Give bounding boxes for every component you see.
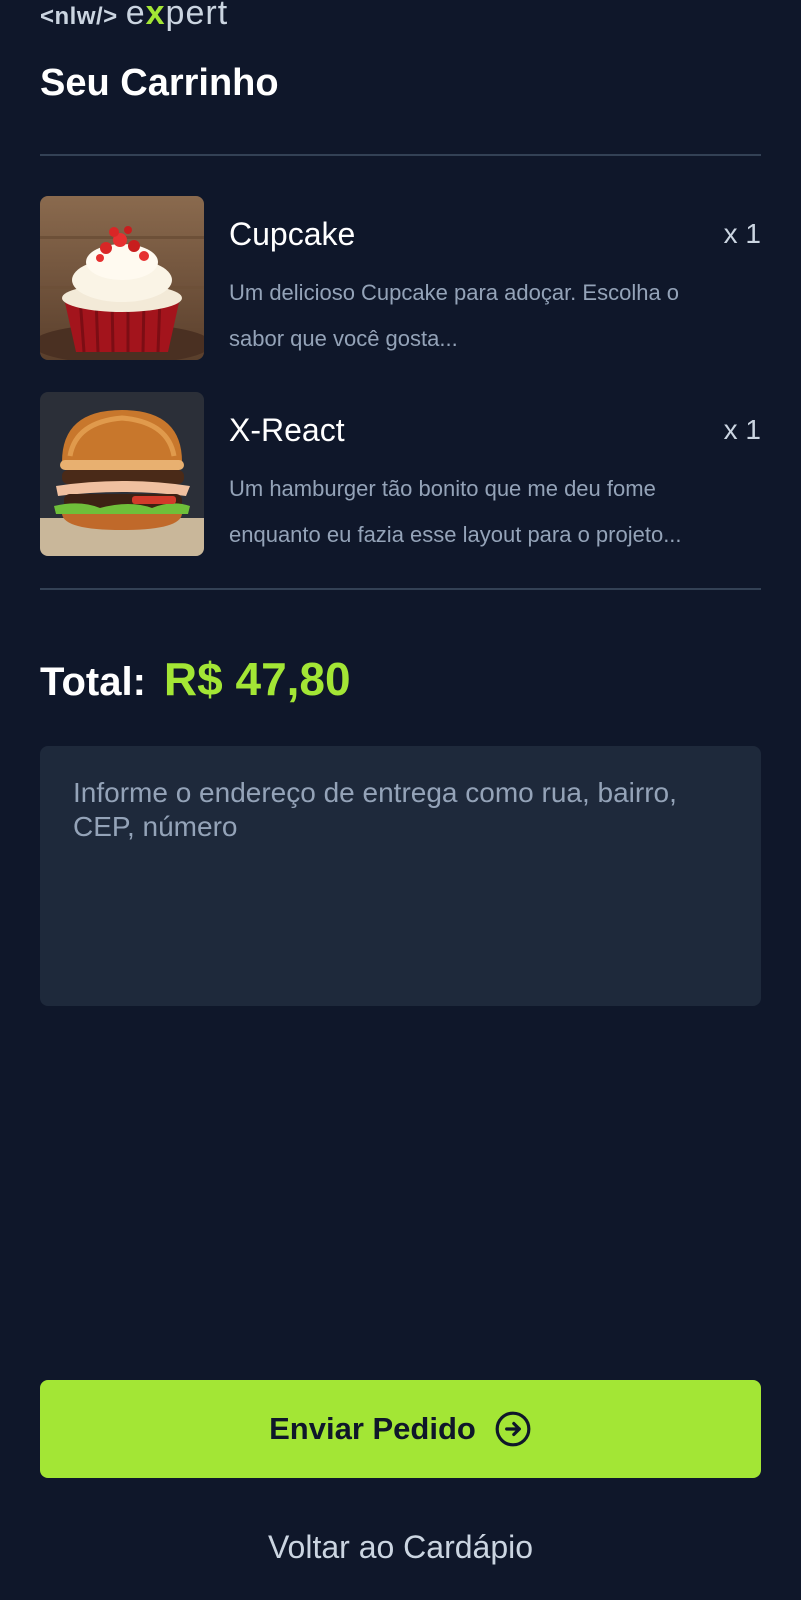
send-order-button[interactable]: Enviar Pedido [40, 1380, 761, 1478]
logo-word-x: x [145, 0, 166, 32]
burger-image [40, 392, 204, 556]
cupcake-image [40, 196, 204, 360]
cart-item: Cupcake x 1 Um delicioso Cupcake para ad… [40, 196, 761, 360]
item-description: Um delicioso Cupcake para adoçar. Escolh… [229, 280, 680, 351]
cupcake-photo-icon [40, 196, 204, 360]
total-label: Total: [40, 660, 146, 704]
top-divider [40, 154, 761, 156]
item-name: X-React [229, 412, 345, 448]
logo-code-text: <nlw/> [40, 3, 118, 30]
total-value: R$ 47,80 [163, 653, 351, 705]
burger-photo-icon [40, 392, 204, 556]
arrow-circle-right-icon [495, 1411, 531, 1447]
logo-word-start: e [125, 0, 146, 32]
page-title: Seu Carrinho [40, 62, 279, 104]
order-total: Total: R$ 47,80 [40, 652, 351, 706]
brand-logo: <nlw/> expert [40, 0, 228, 33]
item-quantity: x 1 [723, 218, 761, 249]
item-name: Cupcake [229, 216, 356, 252]
item-quantity: x 1 [723, 414, 761, 445]
bottom-divider [40, 588, 761, 590]
logo-word-end: pert [165, 0, 229, 32]
cart-item: X-React x 1 Um hamburger tão bonito que … [40, 392, 761, 556]
address-input[interactable] [40, 746, 761, 1006]
back-to-menu-button[interactable]: Voltar ao Cardápio [0, 1528, 801, 1567]
logo-wordmark: expert [126, 0, 228, 33]
item-description: Um hamburger tão bonito que me deu fome … [229, 476, 682, 547]
send-order-label: Enviar Pedido [269, 1411, 476, 1446]
